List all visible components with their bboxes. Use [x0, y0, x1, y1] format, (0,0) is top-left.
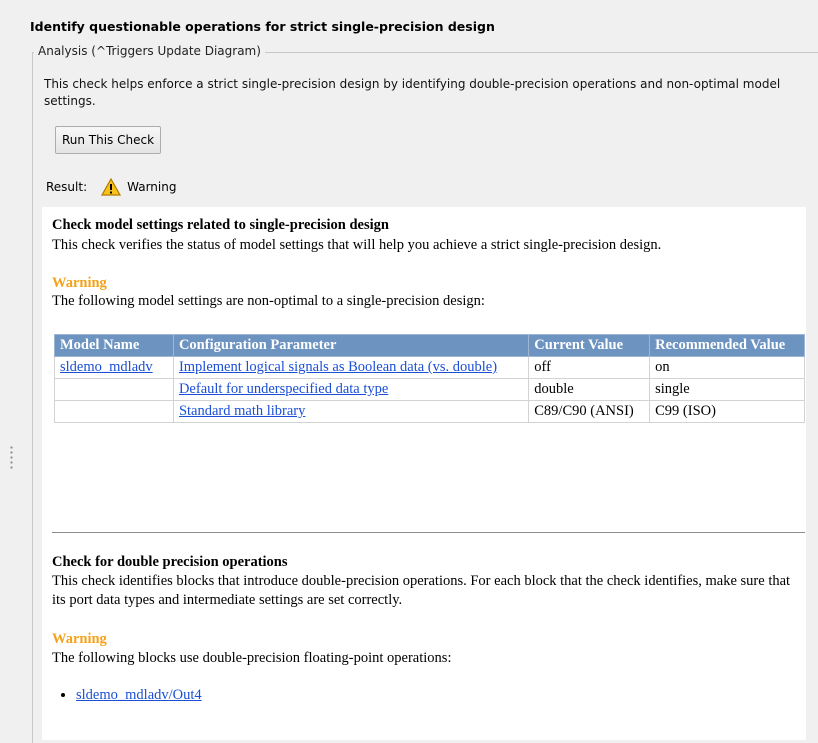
col-header-recommended-value: Recommended Value — [649, 334, 805, 357]
check-details-pane: Identify questionable operations for str… — [22, 0, 818, 743]
left-gutter — [0, 0, 22, 740]
result-status: Warning — [127, 180, 177, 194]
table-header-row: Model Name Configuration Parameter Curre… — [54, 334, 805, 357]
section2-warning-label: Warning — [52, 631, 107, 647]
col-header-current-value: Current Value — [528, 334, 651, 357]
result-label: Result: — [46, 180, 88, 194]
section2-text: This check identifies blocks that introd… — [52, 573, 791, 608]
section-divider — [52, 532, 805, 533]
list-item: sldemo_mdladv/Out4 — [76, 686, 202, 705]
check-report: Check model settings related to single-p… — [42, 207, 806, 740]
table-row: Default for underspecified data type dou… — [54, 378, 805, 401]
config-param-link[interactable]: Default for underspecified data type — [179, 381, 388, 397]
section1-title: Check model settings related to single-p… — [52, 217, 389, 233]
check-title: Identify questionable operations for str… — [30, 19, 495, 34]
model-name-cell — [54, 400, 174, 423]
col-header-configuration-parameter: Configuration Parameter — [172, 334, 530, 357]
block-link[interactable]: sldemo_mdladv/Out4 — [76, 687, 202, 703]
config-param-link[interactable]: Standard math library — [179, 403, 305, 419]
recommended-value-cell: single — [649, 378, 805, 401]
model-name-link[interactable]: sldemo_mdladv — [60, 359, 153, 375]
current-value-cell: double — [528, 378, 651, 401]
section1-warning-text: The following model settings are non-opt… — [52, 293, 485, 309]
recommended-value-cell: on — [649, 356, 805, 379]
section2-warning-text: The following blocks use double-precisio… — [52, 650, 452, 666]
config-param-link[interactable]: Implement logical signals as Boolean dat… — [179, 359, 497, 375]
section1-text: This check verifies the status of model … — [52, 237, 662, 253]
result-row: Result: Warning — [46, 178, 176, 196]
section2-title: Check for double precision operations — [52, 554, 288, 570]
section1-warning-label: Warning — [52, 275, 107, 291]
run-this-check-button[interactable]: Run This Check — [55, 126, 161, 154]
current-value-cell: off — [528, 356, 651, 379]
model-name-cell — [54, 378, 174, 401]
check-description: This check helps enforce a strict single… — [44, 77, 781, 108]
warning-triangle-icon — [101, 178, 122, 196]
table-row: Standard math library C89/C90 (ANSI) C99… — [54, 400, 805, 423]
current-value-cell: C89/C90 (ANSI) — [528, 400, 651, 423]
table-row: sldemo_mdladv Implement logical signals … — [54, 356, 805, 379]
model-settings-table: Model Name Configuration Parameter Curre… — [54, 334, 805, 423]
resize-grip-icon[interactable] — [10, 445, 13, 471]
analysis-group-label: Analysis (^Triggers Update Diagram) — [34, 44, 265, 58]
double-precision-blocks-list: sldemo_mdladv/Out4 — [50, 686, 202, 705]
recommended-value-cell: C99 (ISO) — [649, 400, 805, 423]
col-header-model-name: Model Name — [54, 334, 174, 357]
